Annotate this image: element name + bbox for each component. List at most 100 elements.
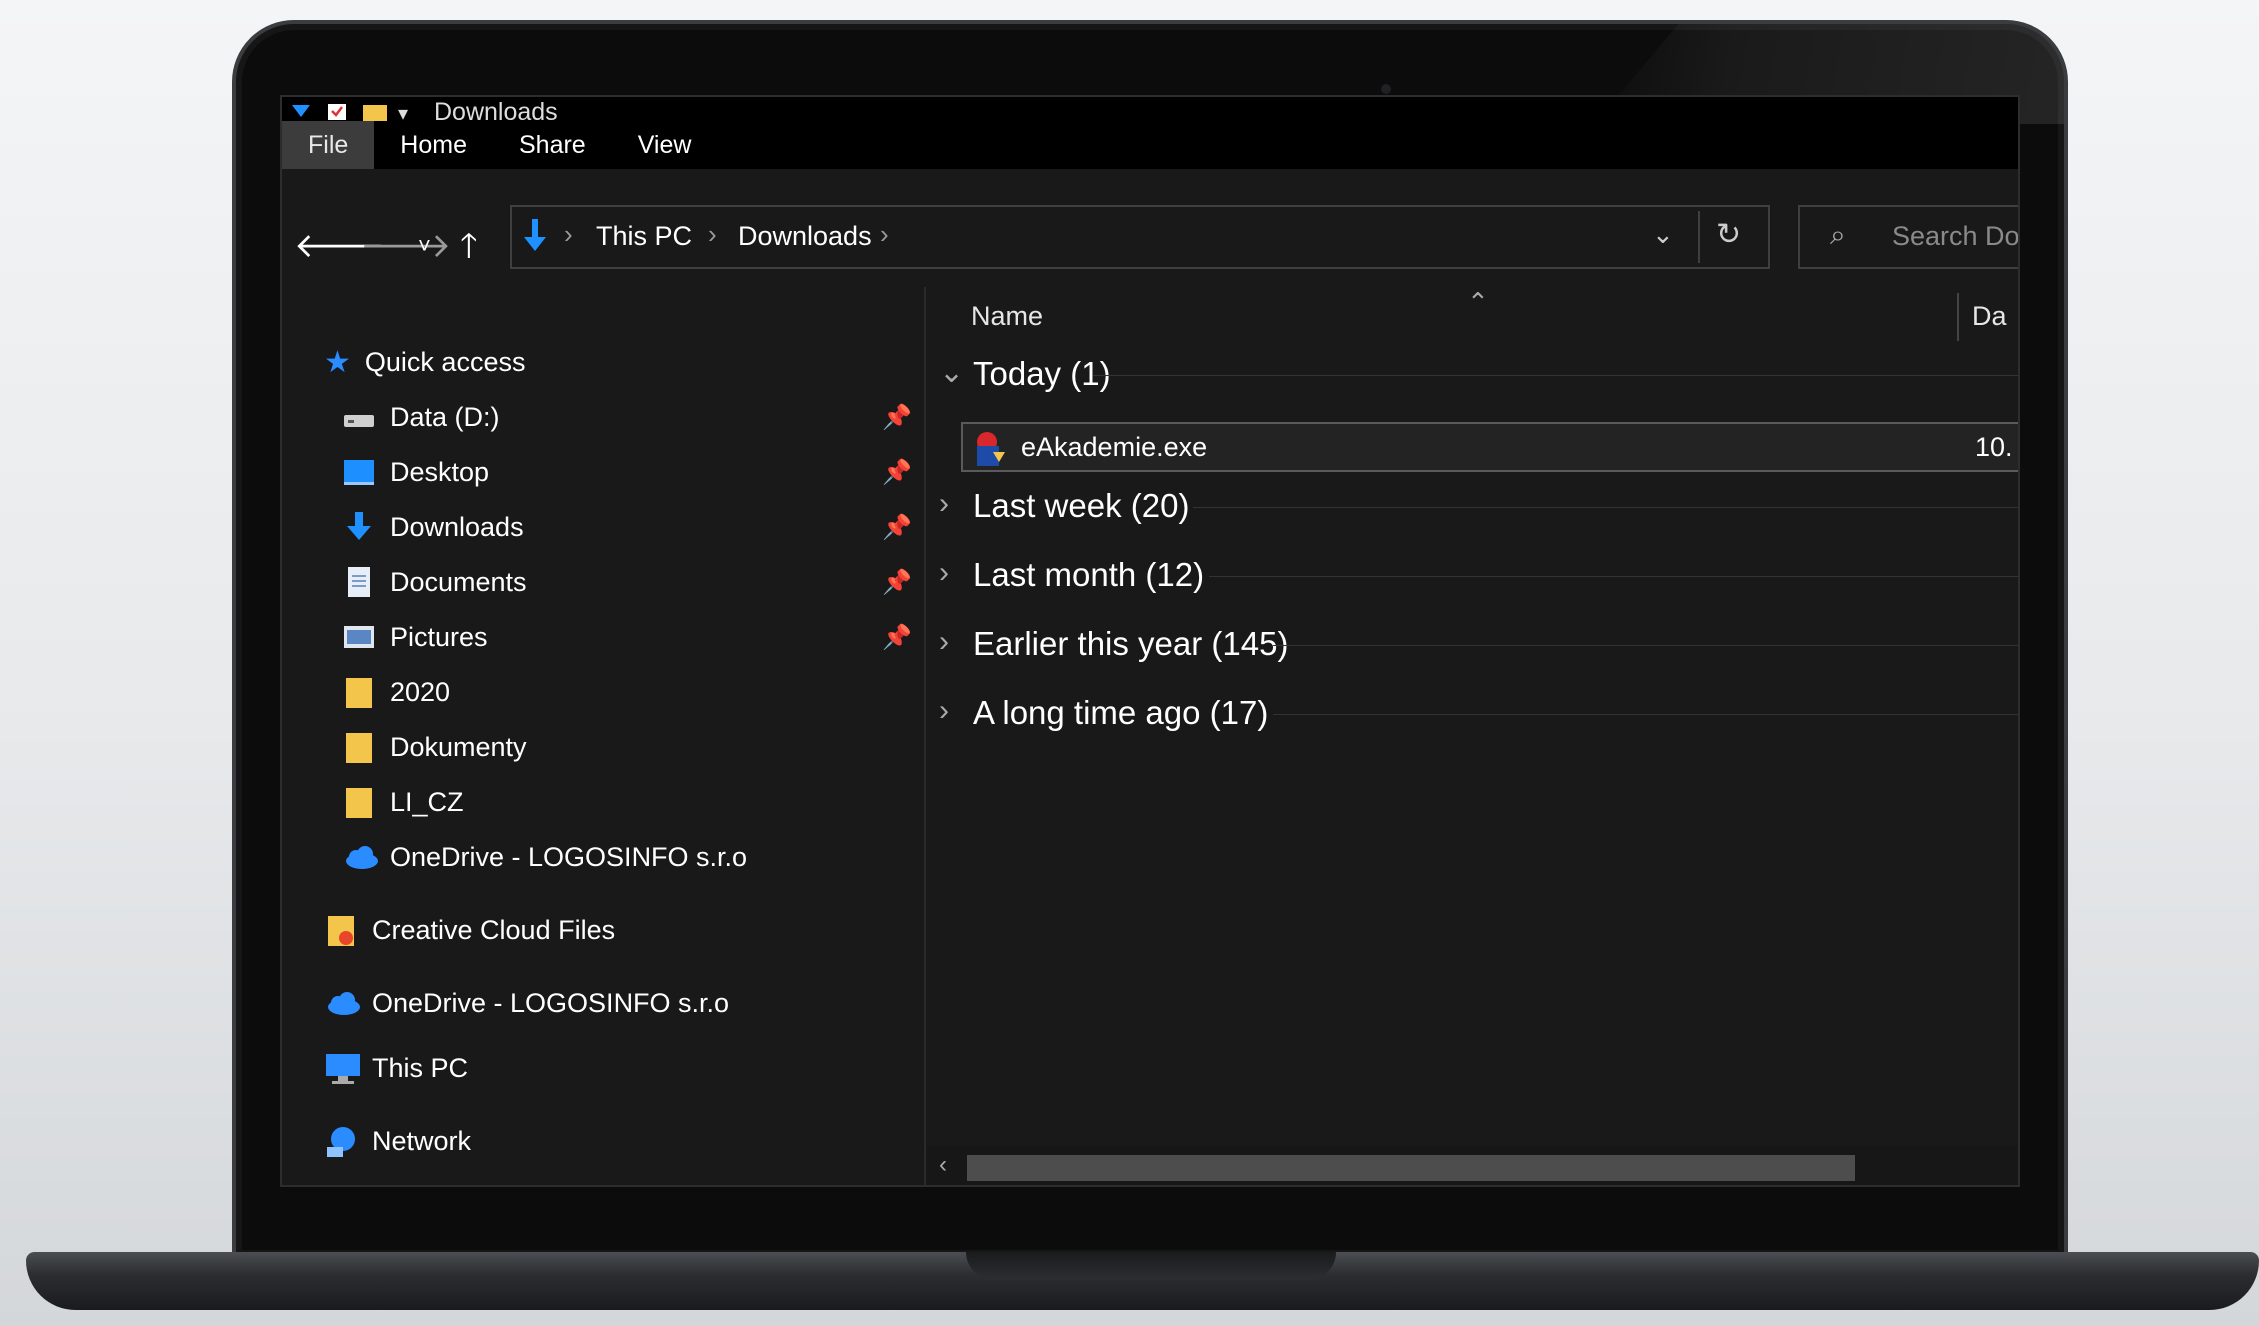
download-location-icon [520, 217, 550, 262]
chevron-down-icon[interactable]: ⌄ [939, 355, 964, 390]
breadcrumb-this-pc[interactable]: This PC [596, 221, 692, 252]
pin-icon[interactable]: 📌 [882, 458, 912, 487]
exe-file-icon [971, 428, 1009, 473]
search-icon: ⌕ [1830, 219, 1846, 250]
pin-icon[interactable]: 📌 [882, 403, 912, 432]
nav-label: Dokumenty [390, 731, 527, 762]
nav-this-pc[interactable]: This PC [324, 1042, 468, 1094]
breadcrumb-separator-icon: › [564, 219, 573, 249]
group-divider [1273, 645, 2018, 646]
group-last-week[interactable]: › Last week (20) [927, 477, 2018, 535]
address-dropdown-icon[interactable]: ⌄ [1652, 219, 1674, 250]
nav-creative-cloud[interactable]: Creative Cloud Files [324, 904, 615, 956]
chevron-right-icon[interactable]: › [939, 487, 949, 521]
nav-label: Creative Cloud Files [372, 914, 616, 945]
file-name: eAkademie.exe [1021, 432, 1208, 462]
quick-access-pin-icon[interactable] [290, 101, 312, 121]
scrollbar-thumb[interactable] [967, 1155, 1855, 1181]
breadcrumb-downloads[interactable]: Downloads [738, 221, 872, 252]
column-headers: ⌃ Name Da [927, 287, 2018, 345]
nav-network[interactable]: Network [324, 1115, 471, 1167]
new-folder-icon[interactable] [362, 101, 387, 121]
group-last-month[interactable]: › Last month (12) [927, 546, 2018, 604]
nav-label: Pictures [390, 621, 488, 652]
nav-item-dokumenty[interactable]: Dokumenty [342, 721, 527, 773]
up-arrow-icon[interactable]: 🡑 [460, 221, 478, 271]
pin-icon[interactable]: 📌 [882, 623, 912, 652]
nav-label: This PC [372, 1052, 469, 1083]
title-bar: ▾ Downloads [282, 97, 2018, 126]
breadcrumb-separator-icon: › [708, 219, 717, 249]
group-label: Last month (12) [973, 556, 1205, 593]
group-divider [1273, 714, 2018, 715]
creative-cloud-icon [324, 914, 358, 946]
nav-item-li-cz[interactable]: LI_CZ [342, 776, 464, 828]
customize-dropdown-icon[interactable]: ▾ [398, 101, 420, 125]
group-divider [1093, 375, 2018, 376]
horizontal-scrollbar[interactable]: ‹ [927, 1145, 2018, 1185]
file-date: 10. [1975, 432, 2013, 462]
refresh-icon[interactable] [1698, 211, 1700, 263]
group-divider [1193, 507, 2018, 508]
computer-icon [324, 1052, 360, 1084]
nav-item-pictures[interactable]: Pictures [342, 611, 488, 663]
nav-item-downloads[interactable]: Downloads [342, 501, 524, 553]
nav-onedrive[interactable]: OneDrive - LOGOSINFO s.r.o [324, 977, 729, 1029]
document-icon [342, 566, 376, 598]
tab-file[interactable]: File [282, 121, 375, 169]
chevron-right-icon[interactable]: › [939, 694, 949, 728]
nav-label: Data (D:) [390, 401, 500, 432]
nav-item-onedrive-quick[interactable]: OneDrive - LOGOSINFO s.r.o [342, 831, 747, 883]
nav-label: OneDrive - LOGOSINFO s.r.o [372, 987, 730, 1018]
group-label: Last week (20) [973, 487, 1190, 524]
nav-item-data-d[interactable]: Data (D:) [342, 391, 500, 443]
group-long-time-ago[interactable]: › A long time ago (17) [927, 684, 2018, 742]
nav-item-2020[interactable]: 2020 [342, 666, 450, 718]
group-today[interactable]: ⌄ Today (1) [927, 345, 2018, 403]
sort-ascending-icon: ⌃ [1467, 287, 1489, 317]
drive-icon [342, 401, 376, 433]
file-row[interactable]: eAkademie.exe 10. [961, 422, 2018, 473]
column-date[interactable]: Da [1972, 301, 2007, 332]
pictures-icon [342, 621, 376, 653]
folder-icon [342, 731, 376, 763]
nav-quick-access[interactable]: ★ Quick access [324, 336, 525, 388]
chevron-right-icon[interactable]: › [939, 556, 949, 590]
nav-item-documents[interactable]: Documents [342, 556, 527, 608]
tab-view[interactable]: View [612, 121, 718, 169]
group-label: A long time ago (17) [973, 694, 1269, 731]
refresh-icon[interactable]: ↻ [1716, 217, 1741, 252]
cloud-icon [324, 987, 360, 1019]
download-icon [342, 511, 376, 543]
chevron-right-icon[interactable]: › [939, 625, 949, 659]
group-divider [1209, 576, 2018, 577]
column-name[interactable]: Name [971, 301, 1043, 332]
breadcrumb-separator-icon: › [880, 219, 889, 249]
nav-label: Network [372, 1125, 472, 1156]
scroll-left-icon[interactable]: ‹ [939, 1151, 947, 1179]
nav-label: 2020 [390, 676, 451, 707]
search-input[interactable]: ⌕ Search Dow [1798, 205, 2018, 269]
laptop-notch [966, 1252, 1336, 1280]
pane-divider[interactable] [924, 287, 926, 1185]
checkbox-icon[interactable] [326, 101, 348, 121]
forward-arrow-icon[interactable]: 🡒 [360, 221, 451, 271]
group-earlier-this-year[interactable]: › Earlier this year (145) [927, 615, 2018, 673]
tab-home[interactable]: Home [374, 121, 493, 169]
nav-item-desktop[interactable]: Desktop [342, 446, 489, 498]
nav-label: Documents [390, 566, 527, 597]
pin-icon[interactable]: 📌 [882, 513, 912, 542]
nav-label: OneDrive - LOGOSINFO s.r.o [390, 841, 748, 872]
webcam [1381, 84, 1391, 94]
pin-icon[interactable]: 📌 [882, 568, 912, 597]
nav-label: Quick access [364, 346, 526, 377]
address-bar[interactable]: › This PC › Downloads › ⌄ ↻ [510, 205, 1770, 269]
file-list: ⌃ Name Da ⌄ Today (1) eAkademie.exe 10. … [927, 287, 2018, 1185]
folder-icon [342, 676, 376, 708]
column-separator[interactable] [1957, 293, 1959, 341]
recent-locations-icon[interactable]: ˅ [418, 221, 431, 271]
group-label: Earlier this year (145) [973, 625, 1289, 662]
desktop-icon [342, 456, 376, 488]
nav-label: LI_CZ [390, 786, 464, 817]
tab-share[interactable]: Share [493, 121, 612, 169]
